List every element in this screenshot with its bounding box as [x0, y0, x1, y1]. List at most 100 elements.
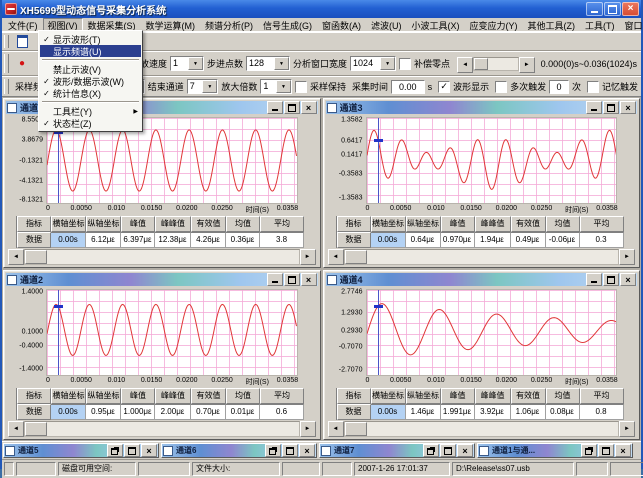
table-hscrollbar[interactable]: ◄ ► [8, 249, 316, 265]
close-button[interactable]: × [299, 444, 315, 457]
checkbox-checked-icon[interactable]: ✓ [438, 81, 450, 93]
column-header[interactable]: 横轴坐标 [51, 216, 86, 232]
scroll-left-icon[interactable]: ◄ [328, 421, 344, 437]
table-cell[interactable]: 0.01με [226, 404, 260, 420]
checkbox-icon[interactable] [495, 81, 507, 93]
column-header[interactable]: 指标 [337, 216, 371, 232]
menu-item[interactable]: 文件(F) [3, 18, 43, 31]
minimize-button[interactable] [586, 2, 603, 16]
menu-item[interactable]: 工具栏(Y)▶ [40, 105, 141, 117]
channel-title-bar[interactable]: 通道2 × [6, 273, 318, 286]
scroll-right-icon[interactable]: ► [300, 421, 316, 437]
restore-button[interactable] [423, 444, 439, 457]
close-button[interactable]: × [620, 273, 636, 286]
channel-title-bar[interactable]: 通道3 × [326, 101, 638, 114]
column-header[interactable]: 有效值 [191, 216, 226, 232]
maximize-button[interactable] [603, 273, 619, 286]
table-cell[interactable]: 0.49με [511, 232, 546, 248]
table-cell[interactable]: 0.00s [371, 404, 406, 420]
minimized-channel-window[interactable]: 通道1与通...× [477, 443, 633, 458]
record-button[interactable]: ● [12, 55, 32, 72]
close-button[interactable]: × [141, 444, 157, 457]
chevron-down-icon[interactable]: ▼ [202, 80, 217, 93]
memory-trigger-checkbox[interactable]: 记忆触发 [587, 80, 638, 93]
row-header[interactable]: 数据 [17, 404, 51, 420]
scrollbar-thumb[interactable] [474, 58, 488, 70]
menu-item[interactable]: 频谱分析(P) [200, 18, 258, 31]
menu-item[interactable]: 显示频谱(U) [40, 45, 141, 57]
cursor-marker[interactable] [374, 305, 383, 308]
play-speed-select[interactable]: 1▼ [170, 56, 204, 71]
menu-item[interactable]: 信号生成(G) [258, 18, 317, 31]
table-cell[interactable]: 1.46με [406, 404, 441, 420]
scroll-right-icon[interactable]: ► [300, 249, 316, 265]
minimized-channel-window[interactable]: 通道6× [161, 443, 317, 458]
table-cell[interactable]: -0.06με [546, 232, 580, 248]
table-hscrollbar[interactable]: ◄ ► [8, 421, 316, 437]
row-header[interactable]: 数据 [337, 232, 371, 248]
column-header[interactable]: 均值 [546, 216, 580, 232]
table-cell[interactable]: 12.38με [155, 232, 191, 248]
cursor-line[interactable] [378, 290, 379, 375]
checkbox-icon[interactable] [295, 81, 307, 93]
table-hscrollbar[interactable]: ◄ ► [328, 249, 636, 265]
row-header[interactable]: 数据 [337, 404, 371, 420]
checkbox-icon[interactable] [587, 81, 599, 93]
scrollbar-thumb[interactable] [25, 250, 47, 264]
scrollbar-thumb[interactable] [345, 422, 367, 436]
new-window-button[interactable] [12, 33, 32, 50]
checkbox-icon[interactable] [399, 58, 411, 70]
close-button[interactable]: × [622, 2, 639, 16]
close-button[interactable]: × [301, 101, 317, 114]
restore-button[interactable] [581, 444, 597, 457]
scroll-left-icon[interactable]: ◄ [457, 57, 473, 73]
menu-item[interactable]: 小波工具(X) [407, 18, 465, 31]
column-header[interactable]: 峰值 [121, 388, 155, 404]
close-button[interactable]: × [301, 273, 317, 286]
close-button[interactable]: × [615, 444, 631, 457]
column-header[interactable]: 有效值 [511, 216, 546, 232]
waveform-plot[interactable] [366, 289, 618, 376]
maximize-button[interactable] [282, 444, 298, 457]
table-cell[interactable]: 6.397με [121, 232, 155, 248]
maximize-button[interactable] [604, 2, 621, 16]
cursor-line[interactable] [58, 290, 59, 375]
waveform-plot[interactable] [366, 117, 618, 204]
table-cell[interactable]: 1.000με [121, 404, 155, 420]
scroll-left-icon[interactable]: ◄ [8, 421, 24, 437]
table-cell[interactable]: 0.3 [580, 232, 624, 248]
scroll-right-icon[interactable]: ► [619, 421, 635, 437]
column-header[interactable]: 指标 [17, 216, 51, 232]
column-header[interactable]: 纵轴坐标 [406, 216, 441, 232]
menu-item[interactable]: 工具(T) [580, 18, 620, 31]
menu-item[interactable]: ✓状态栏(Z) [40, 117, 141, 129]
column-header[interactable]: 均值 [226, 216, 260, 232]
column-header[interactable]: 有效值 [191, 388, 226, 404]
column-header[interactable]: 横轴坐标 [371, 216, 406, 232]
table-cell[interactable]: 0.970με [441, 232, 475, 248]
scroll-left-icon[interactable]: ◄ [8, 249, 24, 265]
table-hscrollbar[interactable]: ◄ ► [328, 421, 636, 437]
column-header[interactable]: 峰峰值 [155, 388, 191, 404]
menu-item[interactable]: 应变应力(Y) [465, 18, 523, 31]
waveform-plot[interactable] [46, 289, 298, 376]
column-header[interactable]: 横轴坐标 [51, 388, 86, 404]
table-cell[interactable]: 0.6 [260, 404, 304, 420]
menu-item[interactable]: 其他工具(Z) [523, 18, 581, 31]
chevron-down-icon[interactable]: ▼ [380, 57, 395, 70]
table-cell[interactable]: 0.95με [86, 404, 121, 420]
column-header[interactable]: 平均 [260, 388, 304, 404]
multi-trigger-input[interactable]: 0 [549, 80, 569, 94]
wave-display-checkbox[interactable]: ✓波形显示 [438, 80, 489, 93]
menu-item[interactable]: 窗函数(A) [317, 18, 366, 31]
cursor-marker[interactable] [374, 139, 383, 142]
channel-title-bar[interactable]: 通道4 × [326, 273, 638, 286]
column-header[interactable]: 峰峰值 [155, 216, 191, 232]
column-header[interactable]: 纵轴坐标 [86, 216, 121, 232]
chevron-down-icon[interactable]: ▼ [276, 80, 291, 93]
maximize-button[interactable] [284, 273, 300, 286]
cursor-marker[interactable] [54, 305, 63, 308]
maximize-button[interactable] [124, 444, 140, 457]
chevron-down-icon[interactable]: ▼ [274, 57, 289, 70]
table-cell[interactable]: 0.00s [51, 404, 86, 420]
